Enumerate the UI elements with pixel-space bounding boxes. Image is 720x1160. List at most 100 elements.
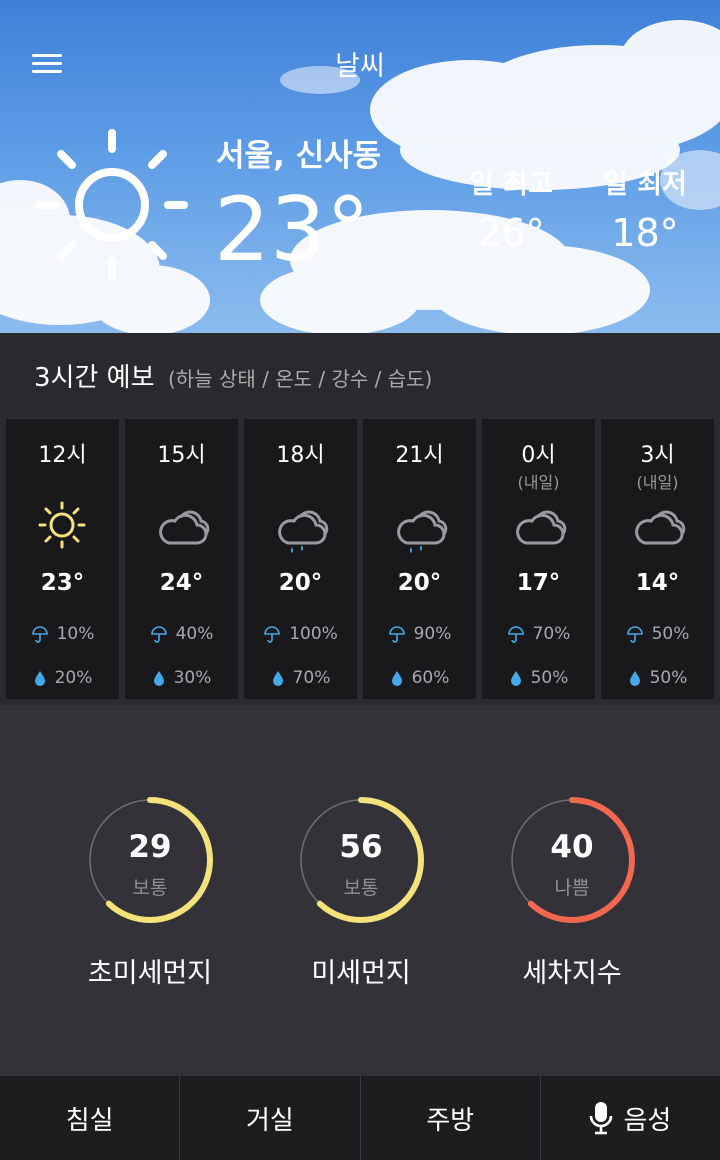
microphone-icon [590,1102,613,1135]
nav-bedroom[interactable]: 침실 [0,1076,181,1160]
car-wash-index-label: 세차지수 [522,958,622,989]
current-temperature: 23° [214,178,370,281]
forecast-precipitation-value: 90% [413,624,452,644]
forecast-item: 3시 (내일) 14° 50% 50% [601,419,714,699]
forecast-time: 0시 [521,443,556,468]
forecast-precipitation-value: 40% [175,624,214,644]
forecast-humidity: 30% [125,668,238,688]
fine-dust-widget[interactable]: 56 보통 미세먼지 [291,795,431,989]
forecast-precipitation-value: 70% [532,624,571,644]
car-wash-index-grade: 나쁨 [554,877,590,899]
forecast-temperature: 24° [159,570,204,596]
water-drop-icon [391,671,402,686]
forecast-time: 18시 [276,443,325,468]
daily-low: 일 최저 18° [590,162,700,255]
app-title: 날씨 [335,51,385,82]
forecast-precipitation: 90% [363,624,476,644]
forecast-temperature: 23° [40,570,85,596]
forecast-precipitation: 70% [482,624,595,644]
forecast-temperature: 20° [397,570,442,596]
forecast-item: 18시 20° 100% 70% [244,419,357,699]
fine-dust-label: 미세먼지 [311,958,411,989]
water-drop-icon [510,671,521,686]
forecast-humidity: 20% [6,668,119,688]
forecast-strip: 12시 23° 10% 20% 15시 24° 40% 30% 18시 20° … [0,413,720,705]
cloud-icon [635,510,686,545]
forecast-humidity-value: 50% [649,668,688,688]
ultrafine-dust-label: 초미세먼지 [87,958,213,989]
forecast-humidity: 50% [601,668,714,688]
forecast-precipitation: 100% [244,624,357,644]
water-drop-icon [272,671,283,686]
daily-high: 일 최고 26° [456,162,566,255]
car-wash-index-widget[interactable]: 40 나쁨 세차지수 [502,795,642,989]
ultrafine-dust-grade: 보통 [132,877,168,899]
weather-hero: 날씨 서울, 신사동 23° 일 최고 26° 일 최저 18° [0,0,720,333]
umbrella-icon [388,626,405,643]
sun-icon [38,501,86,549]
forecast-precipitation: 50% [601,624,714,644]
forecast-precipitation: 40% [125,624,238,644]
forecast-temperature: 14° [635,570,680,596]
forecast-time: 12시 [38,443,87,468]
forecast-time: 3시 [640,443,675,468]
nav-bedroom-label: 침실 [65,1105,114,1136]
forecast-humidity: 60% [363,668,476,688]
forecast-subtitle: (하늘 상태 / 온도 / 강수 / 습도) [168,367,433,391]
forecast-humidity: 50% [482,668,595,688]
daily-low-label: 일 최저 [603,169,687,200]
forecast-header: 3시간 예보 (하늘 상태 / 온도 / 강수 / 습도) [0,333,720,413]
nav-kitchen[interactable]: 주방 [361,1076,541,1160]
forecast-time: 21시 [395,443,444,468]
ultrafine-dust-gauge: 29 보통 [85,795,215,925]
water-drop-icon [153,671,164,686]
umbrella-icon [150,626,167,643]
forecast-day-note: (내일) [636,473,679,492]
daily-high-label: 일 최고 [469,169,553,200]
fine-dust-grade: 보통 [343,877,379,899]
car-wash-index-value: 40 [550,829,594,865]
forecast-temperature: 17° [516,570,561,596]
ultrafine-dust-widget[interactable]: 29 보통 초미세먼지 [80,795,220,989]
nav-voice-label: 음성 [623,1105,672,1136]
ultrafine-dust-value: 29 [128,829,172,865]
daily-low-value: 18° [611,211,679,255]
umbrella-icon [264,626,280,643]
forecast-item: 12시 23° 10% 20% [6,419,119,699]
fine-dust-gauge: 56 보통 [296,795,426,925]
umbrella-icon [626,626,643,643]
forecast-precipitation-value: 10% [56,624,95,644]
daily-high-value: 26° [477,211,545,255]
bottom-nav: 침실 거실 주방 음성 [0,1076,720,1160]
cloud-icon [159,510,210,545]
umbrella-icon [507,626,524,643]
forecast-humidity-value: 20% [54,668,93,688]
forecast-humidity: 70% [244,668,357,688]
nav-living-room-label: 거실 [245,1105,294,1136]
forecast-item: 15시 24° 40% 30% [125,419,238,699]
rain-cloud-icon [278,510,329,553]
water-drop-icon [629,671,640,686]
nav-kitchen-label: 주방 [426,1105,475,1136]
forecast-humidity-value: 30% [173,668,212,688]
nav-living-room[interactable]: 거실 [180,1076,361,1160]
fine-dust-value: 56 [339,829,383,865]
car-wash-index-gauge: 40 나쁨 [507,795,637,925]
forecast-precipitation-value: 50% [651,624,690,644]
forecast-precipitation-value: 100% [289,624,338,644]
cloud-icon [516,510,567,545]
location-name: 서울, 신사동 [216,138,382,174]
forecast-humidity-value: 60% [411,668,450,688]
umbrella-icon [31,626,48,643]
water-drop-icon [34,671,45,686]
forecast-day-note: (내일) [517,473,560,492]
forecast-item: 21시 20° 90% 60% [363,419,476,699]
nav-voice[interactable]: 음성 [541,1076,720,1160]
sun-icon [36,129,188,281]
forecast-precipitation: 10% [6,624,119,644]
rain-cloud-icon [397,510,448,553]
forecast-time: 15시 [157,443,206,468]
forecast-humidity-value: 70% [292,668,331,688]
forecast-temperature: 20° [278,570,323,596]
forecast-humidity-value: 50% [530,668,569,688]
